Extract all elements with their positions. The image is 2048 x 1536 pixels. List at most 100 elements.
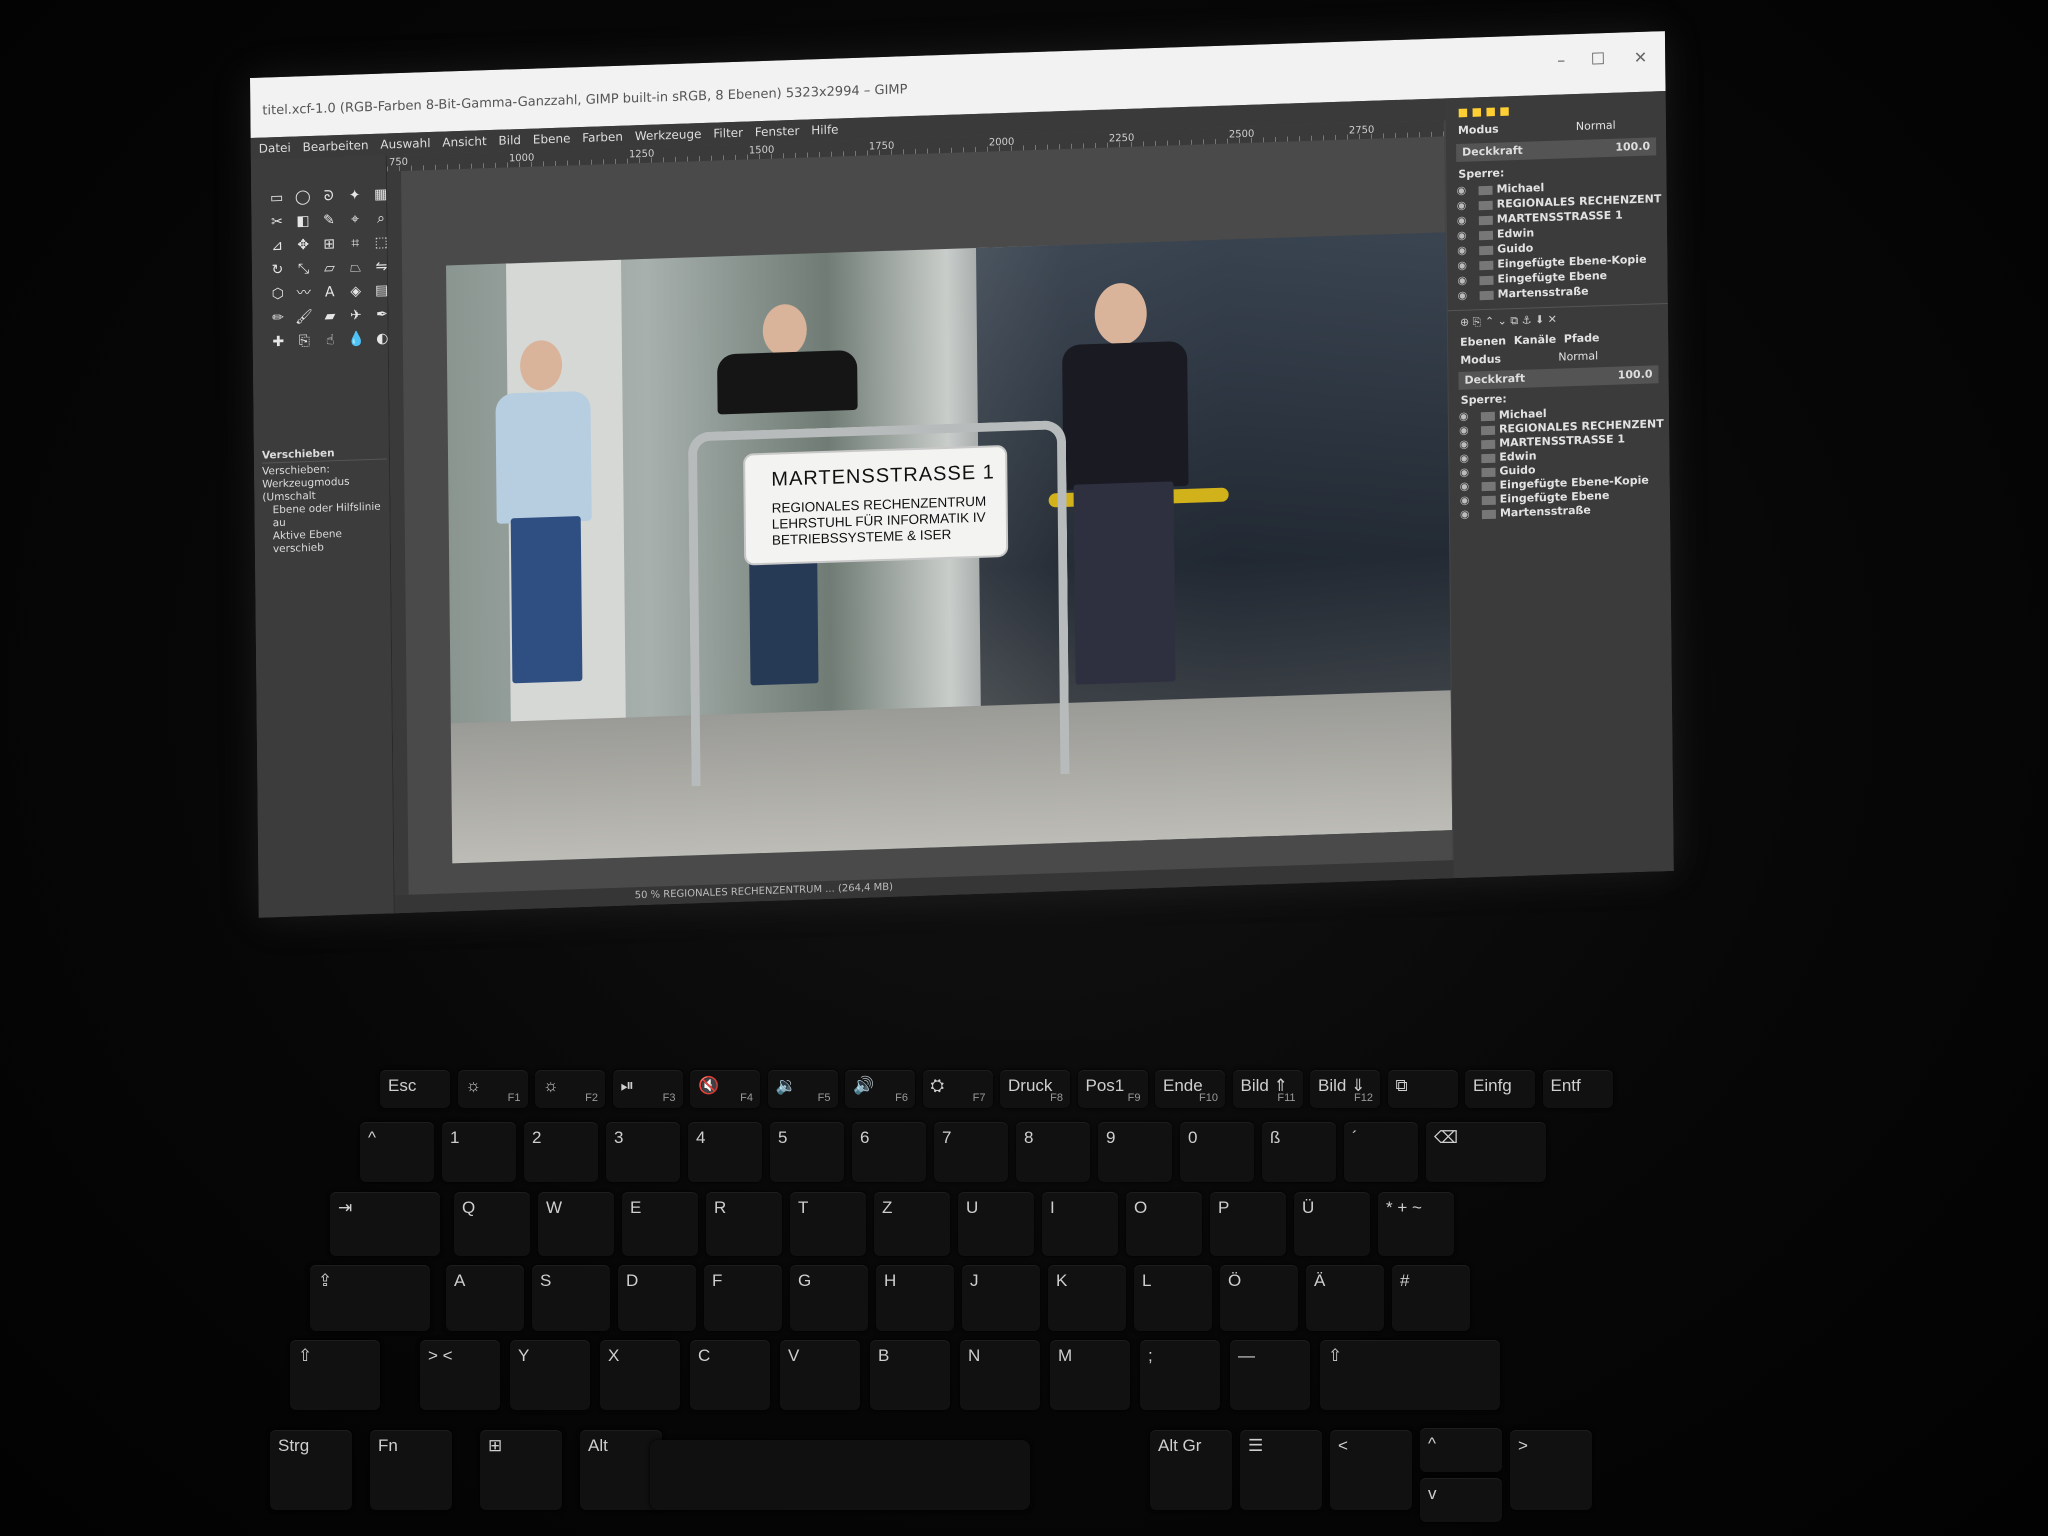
menu-werkzeuge[interactable]: Werkzeuge: [635, 127, 702, 143]
mode-select[interactable]: Normal: [1576, 119, 1616, 133]
key-letter[interactable]: C: [690, 1340, 770, 1410]
key-number[interactable]: 8: [1016, 1122, 1090, 1182]
key-letter[interactable]: ;: [1140, 1340, 1220, 1410]
key-fn[interactable]: ⏯ F3: [612, 1070, 683, 1108]
eye-icon[interactable]: ◉: [1460, 480, 1470, 493]
tab-pfade[interactable]: Pfade: [1564, 331, 1600, 345]
tab-ebenen[interactable]: Ebenen: [1460, 334, 1506, 349]
key-letter[interactable]: X: [600, 1340, 680, 1410]
eye-icon[interactable]: ◉: [1457, 274, 1467, 287]
key-letter[interactable]: ⇧: [1320, 1340, 1500, 1410]
key-modifier[interactable]: Strg: [270, 1430, 352, 1510]
key-modifier[interactable]: ⊞: [480, 1430, 562, 1510]
key-modifier[interactable]: Fn: [370, 1430, 452, 1510]
bucket-fill-icon[interactable]: ◈: [346, 282, 365, 302]
eye-icon[interactable]: ◉: [1458, 289, 1468, 302]
key-number[interactable]: 5: [770, 1122, 844, 1182]
fuzzy-select-icon[interactable]: ✦: [345, 186, 364, 206]
close-icon[interactable]: ✕: [1634, 48, 1648, 68]
menu-datei[interactable]: Datei: [259, 141, 291, 156]
key-modifier[interactable]: >: [1510, 1430, 1592, 1510]
lasso-icon[interactable]: ᘐ: [319, 187, 338, 207]
key-letter[interactable]: Ä: [1306, 1265, 1384, 1331]
key-letter[interactable]: ⇥: [330, 1192, 440, 1256]
key-fn[interactable]: ☼ F1: [457, 1070, 528, 1108]
key-letter[interactable]: O: [1126, 1192, 1202, 1256]
key-modifier[interactable]: v: [1420, 1478, 1502, 1522]
canvas-area[interactable]: 750 1000 1250 1500 1750 2000 2250 2500 2750: [386, 120, 1453, 896]
key-modifier[interactable]: ^: [1420, 1428, 1502, 1472]
key-number[interactable]: 2: [524, 1122, 598, 1182]
key-modifier[interactable]: <: [1330, 1430, 1412, 1510]
menu-hilfe[interactable]: Hilfe: [811, 122, 838, 137]
key-modifier[interactable]: Alt Gr: [1150, 1430, 1232, 1510]
key-letter[interactable]: #: [1392, 1265, 1470, 1331]
eye-icon[interactable]: ◉: [1460, 494, 1470, 507]
warp-icon[interactable]: 〰: [294, 284, 313, 304]
opacity-slider[interactable]: Deckkraft 100.0: [1458, 365, 1659, 390]
eye-icon[interactable]: ◉: [1457, 214, 1467, 227]
key-number[interactable]: ´: [1344, 1122, 1418, 1182]
color-picker-icon[interactable]: ⌖: [345, 210, 364, 230]
mode-select[interactable]: Normal: [1558, 349, 1598, 363]
eye-icon[interactable]: ◉: [1459, 438, 1469, 451]
key-letter[interactable]: Y: [510, 1340, 590, 1410]
key-letter[interactable]: S: [532, 1265, 610, 1331]
key-fn[interactable]: Bild ⇓ F12: [1310, 1070, 1380, 1108]
key-number[interactable]: ^: [360, 1122, 434, 1182]
cage-icon[interactable]: ⬡: [268, 285, 287, 305]
brush-swatches[interactable]: ■ ■ ■ ■: [1458, 104, 1510, 119]
key-letter[interactable]: Ü: [1294, 1192, 1370, 1256]
eye-icon[interactable]: ◉: [1457, 199, 1467, 212]
key-letter[interactable]: Q: [454, 1192, 530, 1256]
eye-icon[interactable]: ◉: [1459, 410, 1469, 423]
eye-icon[interactable]: ◉: [1459, 424, 1469, 437]
airbrush-icon[interactable]: ✈: [346, 306, 365, 326]
key-number[interactable]: 3: [606, 1122, 680, 1182]
key-letter[interactable]: Z: [874, 1192, 950, 1256]
ellipse-select-icon[interactable]: ◯: [293, 188, 312, 208]
rect-select-icon[interactable]: ▭: [267, 189, 286, 209]
layer-actions[interactable]: ⊕ ⎘ ⌃ ⌄ ⧉ ⚓ ⬇ ✕: [1460, 313, 1557, 330]
scale-icon[interactable]: ⤡: [294, 260, 313, 280]
key-letter[interactable]: M: [1050, 1340, 1130, 1410]
maximize-icon[interactable]: ☐: [1591, 49, 1606, 69]
key-letter[interactable]: K: [1048, 1265, 1126, 1331]
key-letter[interactable]: D: [618, 1265, 696, 1331]
scissors-icon[interactable]: ✂: [267, 213, 286, 233]
key-letter[interactable]: ⇧: [290, 1340, 380, 1410]
foreground-select-icon[interactable]: ◧: [293, 212, 312, 232]
menu-bild[interactable]: Bild: [498, 133, 521, 148]
key-fn[interactable]: Bild ⇑ F11: [1232, 1070, 1303, 1108]
shear-icon[interactable]: ▱: [320, 259, 339, 279]
key-letter[interactable]: H: [876, 1265, 954, 1331]
key-modifier[interactable]: ☰: [1240, 1430, 1322, 1510]
eye-icon[interactable]: ◉: [1457, 229, 1467, 242]
key-fn[interactable]: 🔇 F4: [690, 1070, 760, 1108]
space-key[interactable]: [650, 1440, 1030, 1510]
layer-item[interactable]: ◉ Michael: [1456, 181, 1544, 197]
layer-item[interactable]: ◉ Guido: [1457, 241, 1533, 257]
photo-layer[interactable]: MARTENSSTRASSE 1 REGIONALES RECHENZENTRU…: [446, 232, 1453, 864]
eye-icon[interactable]: ◉: [1456, 184, 1466, 197]
key-number[interactable]: 6: [852, 1122, 926, 1182]
key-fn[interactable]: Druck F8: [1000, 1070, 1070, 1108]
brush-icon[interactable]: 🖌: [294, 308, 313, 328]
measure-icon[interactable]: ⊿: [268, 237, 287, 257]
key-letter[interactable]: V: [780, 1340, 860, 1410]
key-letter[interactable]: ⇪: [310, 1265, 430, 1331]
key-letter[interactable]: —: [1230, 1340, 1310, 1410]
eye-icon[interactable]: ◉: [1459, 466, 1469, 479]
key-letter[interactable]: P: [1210, 1192, 1286, 1256]
key-letter[interactable]: N: [960, 1340, 1040, 1410]
key-letter[interactable]: A: [446, 1265, 524, 1331]
key-number[interactable]: 4: [688, 1122, 762, 1182]
align-icon[interactable]: ⊞: [320, 235, 339, 255]
blur-icon[interactable]: 💧: [347, 330, 366, 350]
menu-fenster[interactable]: Fenster: [755, 124, 800, 139]
pencil-icon[interactable]: ✏: [268, 309, 287, 329]
rotate-icon[interactable]: ↻: [268, 261, 287, 281]
eye-icon[interactable]: ◉: [1459, 452, 1469, 465]
tab-kanaele[interactable]: Kanäle: [1514, 333, 1557, 347]
key-letter[interactable]: Ö: [1220, 1265, 1298, 1331]
